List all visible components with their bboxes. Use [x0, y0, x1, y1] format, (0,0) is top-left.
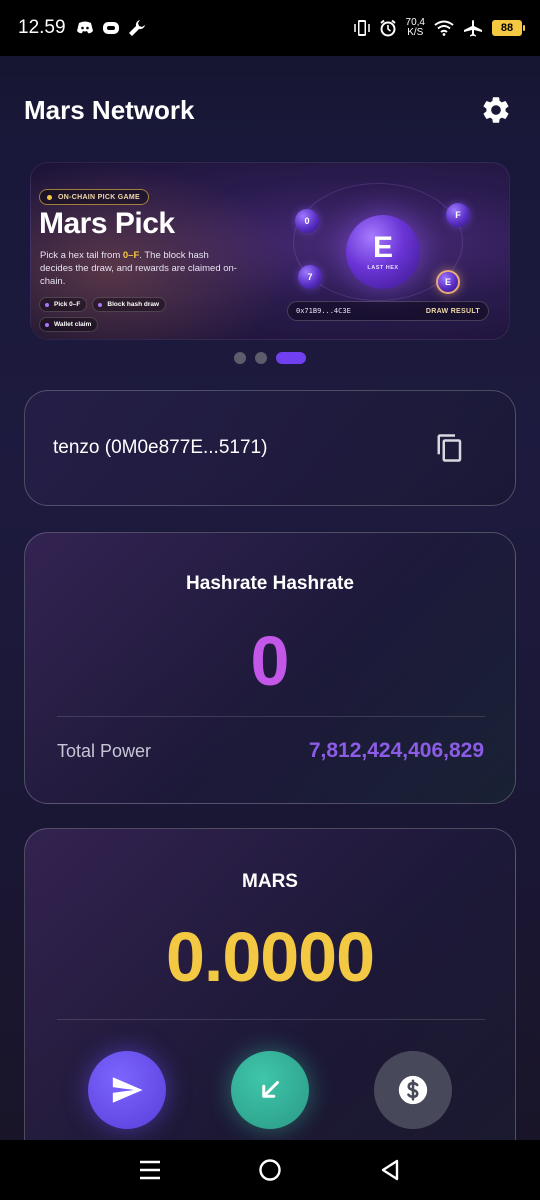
hashrate-card: Hashrate Hashrate 0 Total Power 7,812,42… — [24, 532, 516, 804]
wallet-card: tenzo (0M0e877E...5171) — [24, 390, 516, 506]
arrow-down-left-icon — [262, 1081, 279, 1098]
block-hash: 0x71B9...4C3E — [296, 307, 351, 315]
wifi-icon — [434, 20, 454, 36]
divider — [57, 1019, 485, 1020]
chip-wallet-claim: Wallet claim — [39, 317, 99, 332]
back-button[interactable] — [370, 1150, 410, 1190]
draw-result-label: DRAW RESULT — [425, 307, 480, 315]
wallet-address: tenzo (0M0e877E...5171) — [53, 437, 268, 458]
orb-e-selected: E — [436, 270, 460, 294]
orb-0: 0 — [295, 209, 319, 233]
status-bar: 12.59 70,4 K/S 88 — [0, 0, 540, 56]
gear-icon — [483, 97, 509, 123]
orb-7: 7 — [298, 265, 322, 289]
send-icon — [112, 1077, 143, 1103]
hashrate-value: 0 — [250, 622, 290, 700]
mars-balance-card: MARS 0.0000 — [24, 828, 516, 1168]
status-time: 12.59 — [18, 17, 66, 38]
carousel-dot-active[interactable] — [276, 352, 306, 364]
carousel-dots — [0, 352, 540, 364]
settings-button[interactable] — [476, 90, 516, 130]
airplane-icon — [464, 20, 482, 37]
carousel-dot[interactable] — [234, 352, 246, 364]
mars-title: MARS — [242, 871, 298, 892]
last-hex-orb: E LAST HEX — [346, 215, 420, 289]
carousel-dot[interactable] — [255, 352, 267, 364]
send-button[interactable] — [88, 1051, 166, 1129]
alarm-icon — [379, 19, 396, 37]
battery-indicator: 88 — [492, 20, 525, 36]
last-hex-caption: LAST HEX — [367, 265, 399, 271]
divider — [57, 716, 485, 717]
hashrate-title: Hashrate Hashrate — [186, 573, 354, 594]
discord-icon — [76, 21, 93, 34]
vibrate-icon — [353, 20, 370, 36]
chip-block-hash: Block hash draw — [92, 297, 167, 312]
mars-pick-banner[interactable]: ON-CHAIN PICK GAME Mars Pick Pick a hex … — [30, 162, 510, 340]
banner-chips: Pick 0–F Block hash draw Wallet claim — [39, 297, 219, 332]
copy-address-button[interactable] — [435, 433, 465, 463]
system-nav-bar — [0, 1140, 540, 1200]
swap-button[interactable] — [374, 1051, 452, 1129]
last-hex-letter: E — [372, 231, 393, 264]
network-speed-unit: K/S — [407, 27, 424, 38]
banner-desc-highlight: 0–F — [122, 250, 140, 261]
banner-description: Pick a hex tail from 0–F. The block hash… — [40, 249, 240, 288]
banner-desc-pre: Pick a hex tail from — [40, 250, 123, 261]
recent-apps-button[interactable] — [130, 1150, 170, 1190]
receive-button[interactable] — [231, 1051, 309, 1129]
wrench-icon — [128, 20, 145, 36]
chip-pick: Pick 0–F — [39, 297, 88, 312]
page-title: Mars Network — [24, 94, 195, 125]
banner-title: Mars Pick — [39, 207, 175, 240]
orb-f: F — [446, 203, 470, 227]
network-speed: 70,4 K/S — [406, 18, 425, 38]
back-triangle-icon — [381, 1159, 399, 1181]
total-power-label: Total Power — [57, 741, 152, 761]
home-button[interactable] — [250, 1150, 290, 1190]
chat-icon — [102, 22, 119, 34]
dollar-circle-icon — [398, 1075, 428, 1105]
mars-balance: 0.0000 — [165, 918, 375, 996]
hash-row: 0x71B9...4C3E DRAW RESULT — [287, 301, 489, 321]
banner-badge: ON-CHAIN PICK GAME — [39, 189, 150, 205]
header: Mars Network — [24, 90, 516, 130]
total-power-value: 7,812,424,406,829 — [308, 739, 484, 762]
menu-icon — [140, 1160, 160, 1180]
home-circle-icon — [259, 1159, 281, 1181]
copy-icon — [437, 434, 462, 462]
